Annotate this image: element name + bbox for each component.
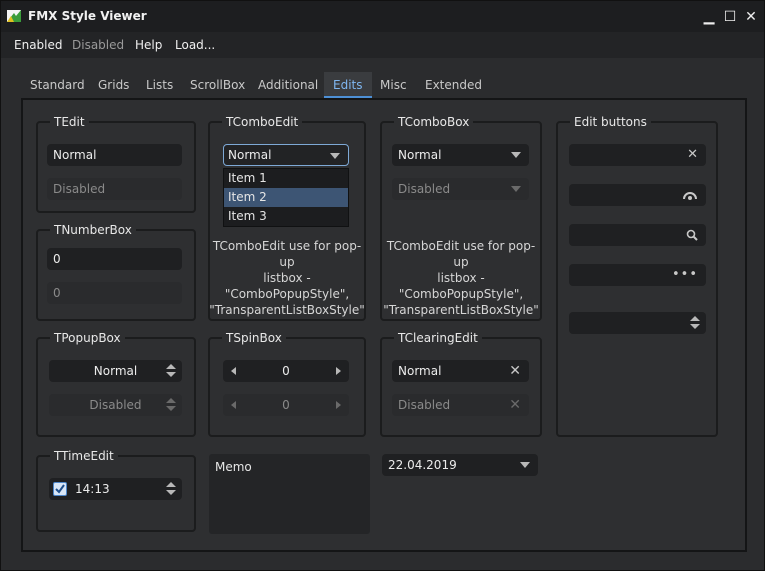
menu-help[interactable]: Help [135, 38, 162, 52]
tclearingedit-title: TClearingEdit [394, 330, 482, 346]
tab-misc[interactable]: Misc [371, 72, 416, 98]
menu-enabled[interactable]: Enabled [14, 38, 63, 52]
ttimeedit-value: 14:13 [75, 482, 110, 496]
password-eye-icon[interactable] [682, 189, 698, 201]
tpopupbox-title: TPopupBox [50, 330, 125, 346]
tclearingedit-disabled-input[interactable]: Disabled ✕ [392, 394, 529, 416]
memo[interactable]: Memo [209, 454, 370, 534]
minimize-button[interactable]: ▁ [699, 7, 719, 27]
tedit-title: TEdit [50, 114, 89, 130]
ellipsis-icon[interactable]: ••• [672, 264, 698, 286]
maximize-button[interactable]: ☐ [720, 7, 740, 27]
spin-left-icon [231, 401, 236, 409]
spin-edit-button-field[interactable] [569, 312, 706, 334]
tedit-normal-input[interactable]: Normal [47, 144, 182, 166]
updown-icon [166, 397, 176, 413]
note-line: listbox - [263, 271, 311, 285]
tedit-disabled-input[interactable]: Disabled [47, 178, 182, 200]
chevron-down-icon [511, 186, 521, 192]
date-edit[interactable]: 22.04.2019 [382, 454, 538, 476]
tcombobox-note: TComboEdit use for pop-up listbox - "Com… [380, 238, 542, 318]
tcombobox-disabled[interactable]: Disabled [392, 178, 529, 200]
tab-extended[interactable]: Extended [416, 72, 491, 98]
tcomboedit-popup-list: Item 1 Item 2 Item 3 [223, 168, 349, 227]
tspinbox-disabled-value: 0 [282, 398, 290, 412]
tab-additional[interactable]: Additional [249, 72, 327, 98]
note-line: "ComboPopupStyle", [398, 287, 524, 301]
spin-left-icon[interactable] [231, 367, 236, 375]
tab-standard[interactable]: Standard [21, 72, 94, 98]
tab-lists[interactable]: Lists [137, 72, 182, 98]
spin-right-icon [336, 401, 341, 409]
menu-disabled[interactable]: Disabled [72, 38, 124, 52]
tpopupbox-group: TPopupBox [36, 330, 196, 437]
tpopupbox-normal-label: Normal [93, 364, 138, 378]
tnumberbox-title: TNumberBox [50, 222, 136, 238]
tspinbox-disabled-input[interactable]: 0 [223, 394, 349, 416]
tab-grids[interactable]: Grids [89, 72, 138, 98]
tpopupbox-disabled-label: Disabled [89, 398, 142, 412]
tnumberbox-input[interactable]: 0 [47, 248, 182, 270]
updown-icon[interactable] [166, 481, 176, 497]
tclearingedit-group: TClearingEdit [380, 330, 542, 437]
tab-edits[interactable]: Edits [324, 72, 372, 98]
title-bar: FMX Style Viewer ▁ ☐ ✕ [1, 1, 764, 32]
list-item[interactable]: Item 3 [224, 207, 348, 226]
close-button[interactable]: ✕ [741, 7, 761, 27]
tnumberbox-group: TNumberBox [36, 222, 196, 321]
note-line: listbox - [437, 271, 485, 285]
tclearingedit-value: Normal [398, 364, 442, 378]
note-line: "TransparentListBoxStyle" [209, 303, 365, 317]
tcomboedit-note: TComboEdit use for pop-up listbox - "Com… [208, 238, 366, 318]
search-edit-button-field[interactable] [569, 224, 706, 246]
chevron-down-icon[interactable] [330, 153, 340, 159]
ttimeedit-checkbox[interactable] [53, 482, 67, 496]
tclearingedit-disabled-value: Disabled [398, 398, 451, 412]
password-edit-button-field[interactable] [569, 184, 706, 206]
updown-icon [166, 363, 176, 379]
app-icon [7, 10, 21, 22]
tpopupbox-disabled[interactable]: Disabled [49, 394, 182, 416]
tspinbox-input[interactable]: 0 [223, 360, 349, 382]
tcombobox-disabled-label: Disabled [398, 182, 451, 196]
menu-load[interactable]: Load... [175, 38, 215, 52]
note-line: "ComboPopupStyle", [224, 287, 350, 301]
tcombobox-title: TComboBox [394, 114, 474, 130]
tcombobox-normal[interactable]: Normal [392, 144, 529, 166]
tcomboedit-value: Normal [228, 148, 272, 162]
note-line: "TransparentListBoxStyle" [383, 303, 539, 317]
tspinbox-value: 0 [282, 364, 290, 378]
tab-scrollbox[interactable]: ScrollBox [181, 72, 254, 98]
clear-edit-button-field[interactable]: ✕ [569, 144, 706, 166]
tcomboedit-title: TComboEdit [222, 114, 303, 130]
tcomboedit-input[interactable]: Normal [223, 144, 349, 166]
clear-icon[interactable]: ✕ [509, 360, 521, 382]
main-window: FMX Style Viewer ▁ ☐ ✕ Enabled Disabled … [0, 0, 765, 571]
note-line: TComboEdit use for pop-up [212, 239, 362, 269]
menu-bar: Enabled Disabled Help Load... [1, 32, 764, 58]
spin-right-icon[interactable] [336, 367, 341, 375]
tclearingedit-input[interactable]: Normal ✕ [392, 360, 529, 382]
tpopupbox-normal[interactable]: Normal [49, 360, 182, 382]
updown-icon[interactable] [690, 315, 700, 331]
tnumberbox-disabled-input[interactable]: 0 [47, 282, 182, 304]
list-item[interactable]: Item 2 [224, 188, 348, 207]
check-icon [55, 484, 65, 494]
tcombobox-normal-label: Normal [398, 148, 442, 162]
chevron-down-icon[interactable] [520, 462, 530, 468]
date-value: 22.04.2019 [388, 458, 457, 472]
search-icon[interactable] [686, 229, 698, 241]
chevron-down-icon [511, 152, 521, 158]
ttimeedit-input[interactable]: 14:13 [49, 478, 182, 500]
list-item[interactable]: Item 1 [224, 169, 348, 188]
edit-buttons-title: Edit buttons [570, 114, 651, 130]
ttimeedit-title: TTimeEdit [50, 448, 118, 464]
clear-icon: ✕ [509, 397, 521, 413]
note-line: TComboEdit use for pop-up [386, 239, 536, 269]
window-title: FMX Style Viewer [28, 9, 147, 23]
clear-icon[interactable]: ✕ [687, 144, 698, 166]
tspinbox-group: TSpinBox [208, 330, 366, 437]
tspinbox-title: TSpinBox [222, 330, 286, 346]
ellipsis-edit-button-field[interactable]: ••• [569, 264, 706, 286]
